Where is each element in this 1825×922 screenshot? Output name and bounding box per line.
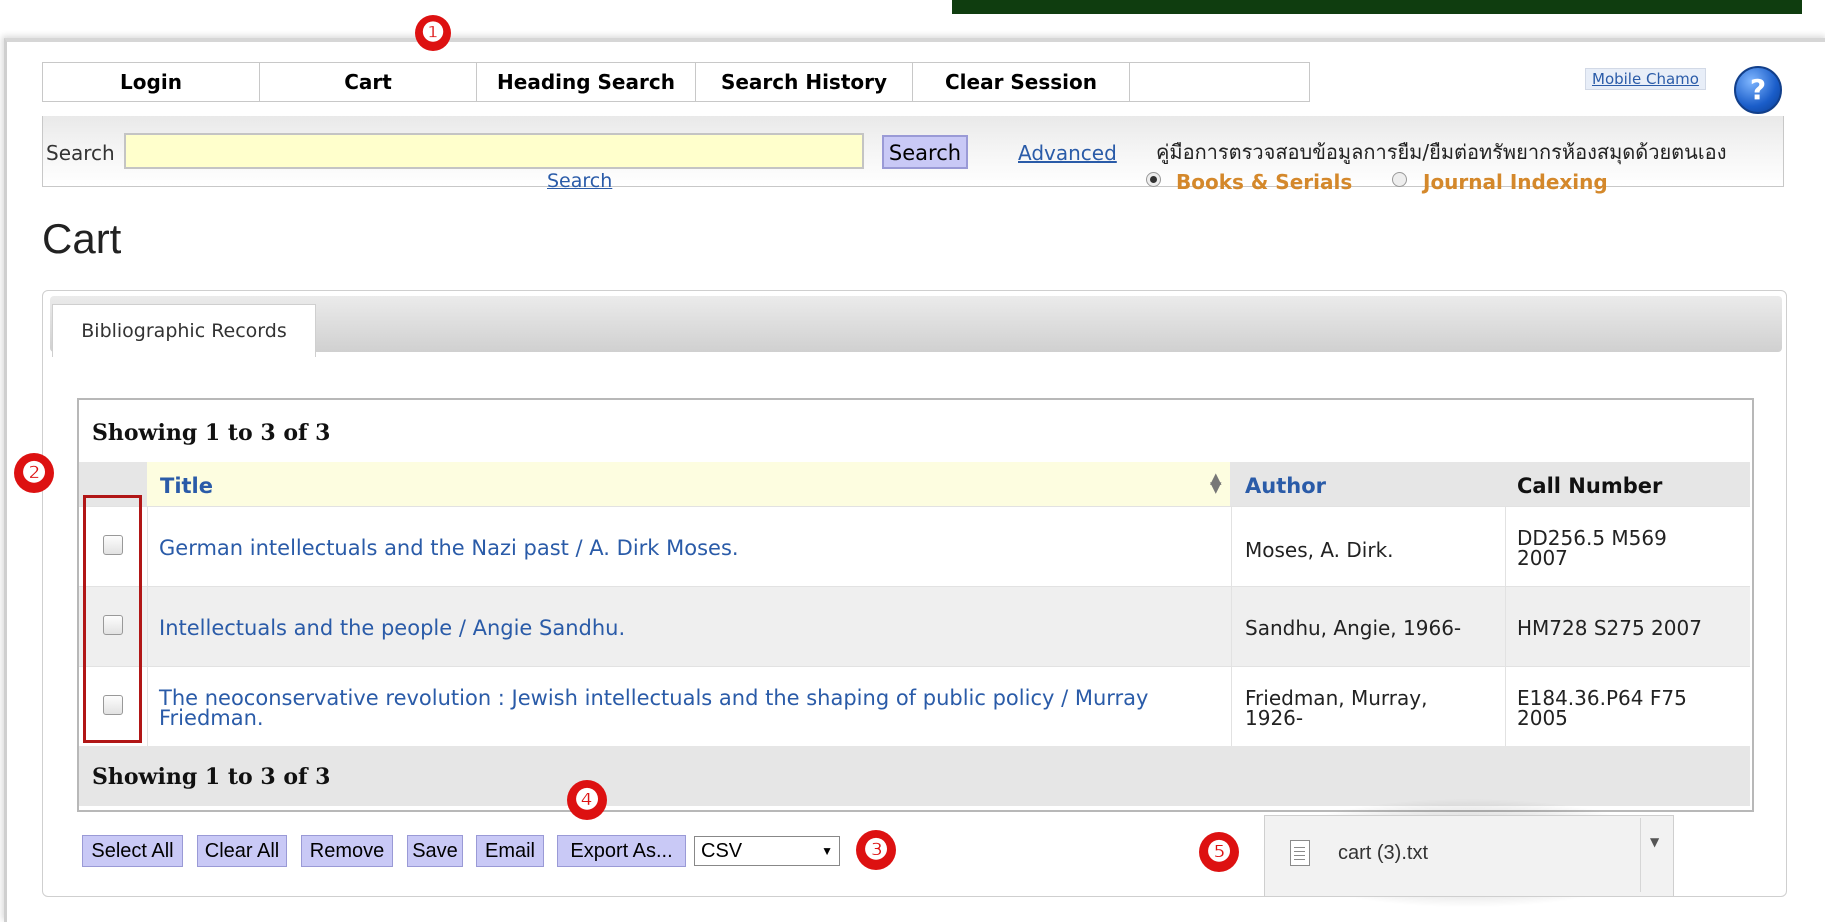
select-all-button[interactable]: Select All [82,835,183,867]
column-divider [1505,506,1506,746]
record-title-link[interactable]: The neoconservative revolution : Jewish … [159,688,1199,729]
record-call-number: DD256.5 M569 2007 [1517,526,1667,570]
advanced-search-link[interactable]: Advanced [1018,141,1117,165]
top-nav: Login Cart Heading Search Search History… [42,62,1310,102]
tab-bibliographic-records[interactable]: Bibliographic Records [52,304,316,357]
export-format-select[interactable]: CSV ▼ [694,836,840,866]
nav-cart[interactable]: Cart [260,63,477,101]
nav-login[interactable]: Login [43,63,260,101]
chevron-down-icon[interactable]: ▼ [1650,835,1659,849]
header-banner-strip [952,0,1802,14]
nav-search-history[interactable]: Search History [696,63,913,101]
self-service-guide-link[interactable]: คู่มือการตรวจสอบข้อมูลการยืม/ยืมต่อทรัพย… [1156,136,1726,168]
column-author-header[interactable]: Author [1245,474,1326,498]
radio-journal-indexing-label: Journal Indexing [1423,170,1608,194]
checkbox-highlight-box [83,495,142,743]
email-button[interactable]: Email [476,835,544,867]
record-author: Moses, A. Dirk. [1245,538,1394,562]
column-divider [1231,506,1232,746]
title-header-bg [147,462,1230,506]
column-divider [147,506,148,746]
chevron-down-icon: ▼ [821,844,833,858]
radio-books-serials-label: Books & Serials [1176,170,1353,194]
download-item[interactable] [1264,815,1674,897]
remove-button[interactable]: Remove [301,835,393,867]
record-call-number: E184.36.P64 F75 2005 [1517,686,1687,730]
search-label: Search [46,141,115,165]
help-icon[interactable]: ? [1734,66,1782,114]
export-format-value: CSV [701,840,743,862]
page-title: Cart [42,215,122,262]
search-input[interactable] [124,133,864,169]
record-author: Sandhu, Angie, 1966- [1245,616,1462,640]
nav-heading-search[interactable]: Heading Search [477,63,696,101]
showing-count-bottom: Showing 1 to 3 of 3 [92,764,331,790]
search-button[interactable]: Search [882,135,968,169]
marker-1: ❶ [415,15,451,51]
record-author: Friedman, Murray, 1926- [1245,686,1428,730]
marker-3: ❸ [856,830,896,870]
column-title-header[interactable]: Title [160,474,213,498]
record-call-number: HM728 S275 2007 [1517,616,1702,640]
radio-books-serials[interactable] [1146,172,1161,187]
nav-clear-session[interactable]: Clear Session [913,63,1130,101]
download-separator [1640,818,1641,892]
showing-count-top: Showing 1 to 3 of 3 [92,420,331,446]
mobile-chamo-link[interactable]: Mobile Chamo [1585,68,1706,90]
marker-2: ❷ [14,453,54,493]
advanced-search-link-2[interactable]: Search [547,170,612,192]
download-file-name[interactable]: cart (3).txt [1338,842,1428,865]
marker-5: ❺ [1199,832,1239,872]
document-icon [1290,840,1310,866]
record-title-link[interactable]: Intellectuals and the people / Angie San… [159,618,625,639]
sort-icon[interactable]: ▲ ▼ [1210,471,1222,495]
record-title-link[interactable]: German intellectuals and the Nazi past /… [159,538,739,559]
export-as-button[interactable]: Export As... [557,835,686,867]
marker-4: ❹ [567,780,607,820]
column-call-number-header: Call Number [1517,474,1663,498]
radio-journal-indexing[interactable] [1392,172,1407,187]
save-button[interactable]: Save [407,835,463,867]
clear-all-button[interactable]: Clear All [197,835,287,867]
